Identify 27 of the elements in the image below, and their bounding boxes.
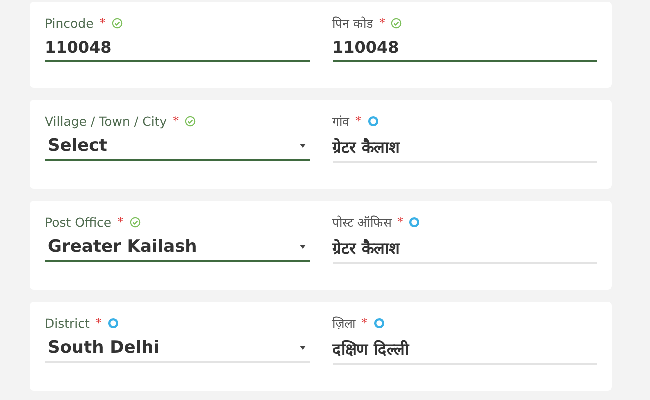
select-field[interactable]: Select: [45, 134, 310, 161]
caret-icon: [300, 144, 306, 148]
select-field[interactable]: Greater Kailash: [45, 235, 310, 262]
field-label: पिन कोड: [332, 14, 374, 32]
required-mark: *: [173, 114, 180, 128]
input-field[interactable]: ग्रेटर कैलाश: [332, 134, 597, 163]
required-mark: *: [362, 316, 368, 330]
select-field[interactable]: South Delhi: [45, 336, 310, 363]
field-label: Village / Town / City: [45, 114, 168, 128]
required-mark: *: [100, 16, 106, 30]
input-field[interactable]: ग्रेटर कैलाश: [332, 235, 597, 264]
field-label: District: [45, 316, 90, 330]
caret-icon: [300, 245, 306, 249]
required-mark: *: [96, 316, 102, 330]
required-mark: *: [397, 215, 404, 229]
input-field[interactable]: 110048: [45, 36, 310, 62]
field-label: Pincode: [45, 16, 94, 30]
required-mark: *: [118, 215, 124, 229]
input-field[interactable]: 110048: [332, 36, 597, 62]
caret-icon: [300, 346, 306, 350]
field-label: ज़िला: [332, 314, 356, 332]
field-label: पोस्ट ऑफिस: [332, 214, 392, 230]
required-mark: *: [379, 16, 386, 30]
field-label: Post Office: [45, 214, 112, 230]
field-label: गांव: [332, 112, 350, 130]
input-field[interactable]: दक्षिण दिल्ली: [332, 336, 597, 365]
required-mark: *: [356, 114, 362, 128]
